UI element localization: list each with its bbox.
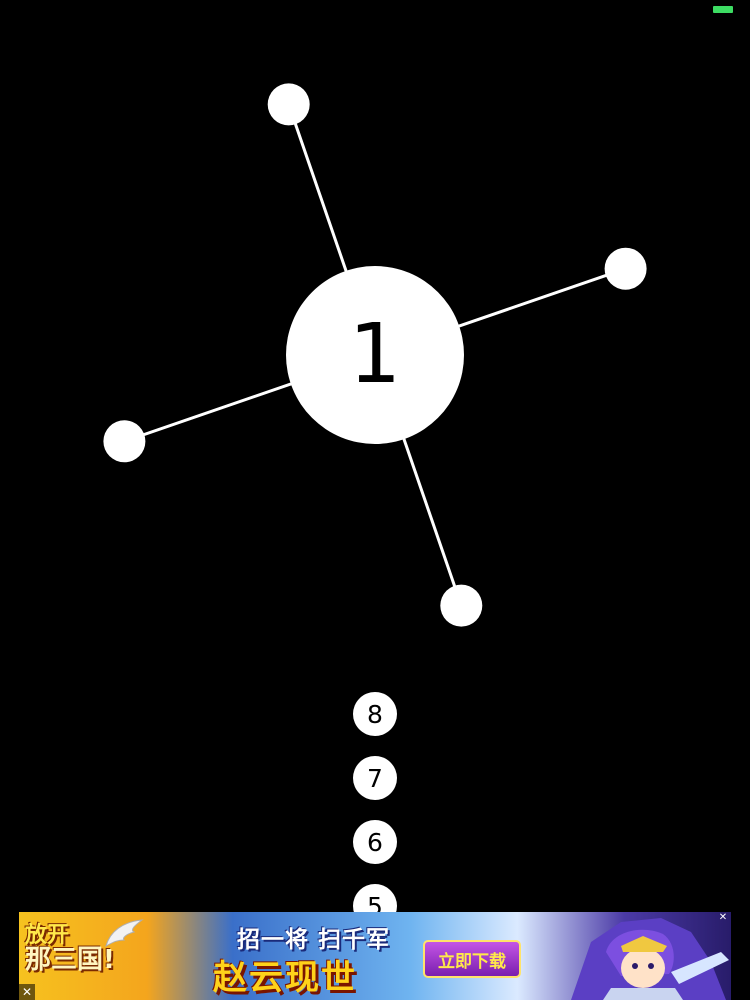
queued-pin-number: 8 (367, 699, 383, 729)
ad-logo-line2: 那三国! (25, 945, 115, 976)
pin-head (604, 247, 647, 290)
queued-pin: 6 (353, 820, 397, 864)
queued-pin: 7 (353, 756, 397, 800)
ad-info-icon[interactable]: ✕ (717, 912, 729, 924)
queued-pin-number: 6 (367, 827, 383, 857)
ad-close-button[interactable]: ✕ (19, 984, 35, 1000)
pin-head (267, 83, 310, 126)
level-number: 1 (348, 307, 402, 402)
ad-tagline: 招一将 扫千军 (237, 927, 391, 953)
ad-banner[interactable]: 放开 那三国! 招一将 扫千军 赵云现世 立即下载 ✕ ✕ (19, 912, 731, 1000)
queued-pin-number: 7 (367, 763, 383, 793)
hero-character-icon (571, 918, 729, 1000)
wing-icon (105, 919, 144, 947)
ad-headline: 赵云现世 (213, 958, 357, 998)
pin-head (103, 420, 146, 463)
game-screen[interactable]: 1 8 7 6 5 放开 那三国! 招一将 扫千军 赵云现世 立即下载 ✕ ✕ (0, 0, 750, 1000)
queued-pin: 8 (353, 692, 397, 736)
pin-head (440, 584, 483, 627)
ad-download-button[interactable]: 立即下载 (423, 940, 521, 978)
